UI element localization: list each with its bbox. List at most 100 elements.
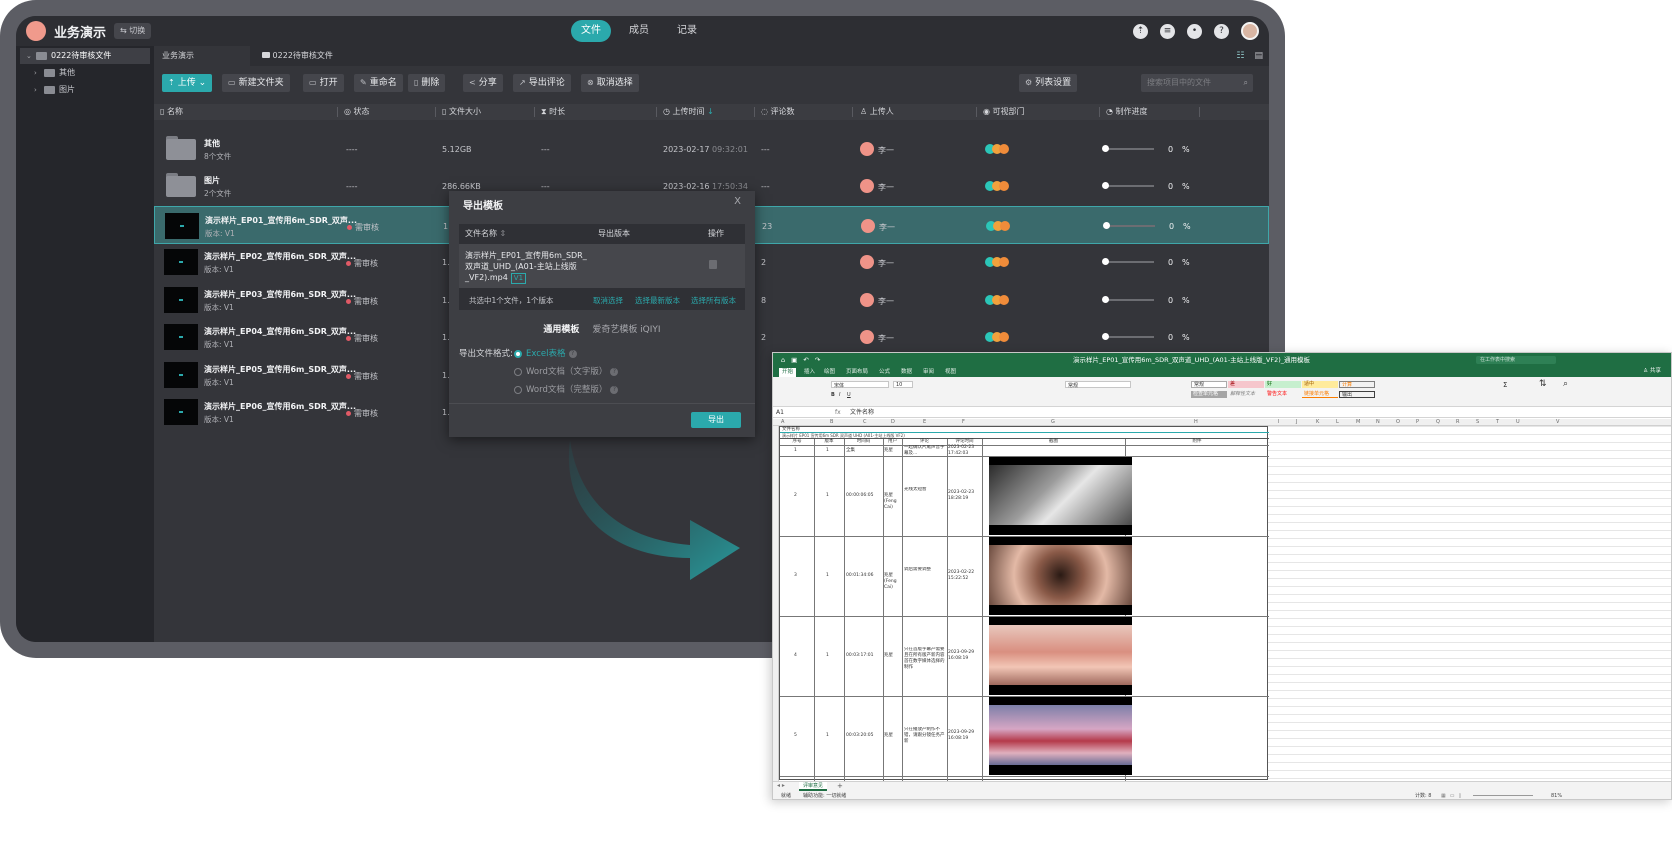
sheet-cell[interactable]: 00:01:34:06 (846, 573, 873, 579)
video-thumbnail[interactable] (164, 249, 198, 275)
view-mode-icons[interactable]: ▦▭▯ (1441, 791, 1465, 799)
column-letter[interactable]: Q (1436, 419, 1440, 426)
cloud-upload-icon[interactable]: ⇡ (1133, 23, 1148, 39)
style-check[interactable]: 检查单元格 (1191, 391, 1227, 398)
delete-button[interactable]: ▯ 删除 (408, 74, 446, 92)
video-thumbnail[interactable] (164, 287, 198, 313)
cancel-selection-button[interactable]: ⊗ 取消选择 (581, 74, 639, 92)
rename-button[interactable]: ✎ 重命名 (354, 74, 403, 92)
formula-input[interactable]: 文件名称 (850, 408, 874, 418)
export-button[interactable]: 导出 (691, 412, 741, 428)
select-latest-link[interactable]: 选择最新版本 (635, 295, 680, 306)
radio-icon[interactable] (514, 367, 522, 376)
chevron-right-icon[interactable]: › (34, 82, 40, 98)
close-button[interactable]: X (734, 196, 741, 207)
number-format-select[interactable]: 常规 (1065, 381, 1131, 389)
sheet-cell[interactable]: 兆星 (884, 653, 901, 659)
export-comments-button[interactable]: ↗ 导出评论 (513, 74, 571, 92)
find-select-icon[interactable]: ⌕ (1563, 379, 1568, 389)
visible-dept-dots[interactable] (985, 144, 1011, 154)
progress-slider[interactable] (1105, 225, 1155, 227)
sheet-cell[interactable]: 1 (826, 573, 829, 579)
radio-word-text[interactable]: Word文档（文字版）? (514, 365, 619, 377)
breadcrumb-item-current[interactable]: 0222待审核文件 (254, 46, 364, 66)
video-thumbnail[interactable] (164, 362, 198, 388)
transfer-list-icon[interactable]: ≡ (1160, 23, 1175, 39)
column-letter[interactable]: O (1396, 419, 1400, 426)
col-file-name[interactable]: 文件名称 ⇕ (465, 224, 506, 244)
search-icon[interactable]: ⌕ (1244, 74, 1248, 92)
radio-icon[interactable] (514, 385, 522, 394)
upload-button[interactable]: ⇡ 上传 ⌄ (162, 74, 213, 92)
column-divider[interactable] (754, 107, 755, 117)
list-view-icon[interactable]: ☷ (1236, 51, 1244, 61)
sheet-cell[interactable]: 00:00:06:05 (846, 493, 873, 499)
col-comments[interactable]: ◌ 评论数 (761, 104, 795, 120)
sort-icon[interactable]: ⇕ (497, 229, 507, 238)
progress-slider[interactable] (1104, 148, 1154, 150)
file-name[interactable]: 演示样片_EP06_宣传用6m_SDR_双声... (204, 401, 356, 412)
column-letter[interactable]: J (1296, 419, 1297, 426)
sort-desc-icon[interactable]: ↓ (705, 107, 714, 116)
sheet-cell[interactable]: 4 (794, 653, 797, 659)
column-letter[interactable]: P (1416, 419, 1419, 426)
user-avatar[interactable] (1241, 22, 1259, 40)
video-thumbnail[interactable] (164, 324, 198, 350)
open-button[interactable]: ▭ 打开 (303, 74, 344, 92)
comment-cell[interactable]: 一起确认片尾声音字幕及... (904, 445, 945, 456)
sheet-cell[interactable]: 00:03:20:05 (846, 733, 873, 739)
progress-handle[interactable] (1103, 222, 1110, 229)
col-status[interactable]: ◎ 状态 (344, 104, 370, 120)
column-letter[interactable]: L (1336, 419, 1339, 426)
excel-tab-draw[interactable]: 绘图 (821, 368, 838, 377)
sheet-cell[interactable]: 兆星 (Feng Cai) (884, 573, 901, 591)
sheet-tab-review[interactable]: 评审意见 (799, 782, 828, 791)
progress-handle[interactable] (1102, 182, 1109, 189)
style-good[interactable]: 好 (1265, 381, 1301, 388)
visible-dept-dots[interactable] (985, 181, 1011, 191)
excel-tab-data[interactable]: 数据 (898, 368, 915, 377)
cancel-select-link[interactable]: 取消选择 (593, 295, 623, 306)
radio-word-full[interactable]: Word文档（完整版）? (514, 383, 619, 395)
visible-dept-dots[interactable] (985, 295, 1011, 305)
sheet-cell[interactable]: 兆星 (884, 733, 901, 739)
zoom-slider[interactable] (1473, 795, 1533, 796)
video-thumbnail[interactable] (165, 213, 199, 239)
file-name[interactable]: 图片 (204, 175, 220, 186)
chevron-right-icon[interactable]: › (34, 65, 40, 81)
video-thumbnail[interactable] (164, 399, 198, 425)
sort-filter-icon[interactable]: ⇅ (1539, 379, 1547, 389)
file-name[interactable]: 其他 (204, 138, 220, 149)
column-letter[interactable]: E (923, 419, 926, 426)
column-divider[interactable] (1099, 107, 1100, 117)
progress-slider[interactable] (1104, 185, 1154, 187)
excel-tab-review[interactable]: 审阅 (920, 368, 937, 377)
column-divider[interactable] (852, 107, 853, 117)
sheet-nav-icons[interactable]: ◂ ▸ (777, 782, 785, 789)
sheet-cell[interactable]: 全集 (846, 448, 855, 454)
comment-time-cell[interactable]: 2023-09-29 16:08:19 (948, 650, 980, 662)
italic-button[interactable]: I (839, 392, 840, 398)
column-divider[interactable] (337, 107, 338, 117)
column-letter[interactable]: V (1556, 419, 1559, 426)
sheet-cell[interactable]: 兆星 (Feng Cai) (884, 493, 901, 511)
table-row[interactable]: 其他 8个文件 ---- 5.12GB --- 2023-02-17 09:32:01 --… (154, 130, 1269, 168)
comment-cell[interactable]: 调后需要调整 (904, 567, 945, 573)
column-letter[interactable]: R (1456, 419, 1459, 426)
excel-tab-formulas[interactable]: 公式 (876, 368, 893, 377)
radio-selected-icon[interactable] (514, 349, 522, 358)
sheet-cell[interactable]: 1 (794, 448, 797, 454)
col-duration[interactable]: ⧗ 时长 (541, 104, 565, 120)
sheet-cell[interactable]: 1 (826, 493, 829, 499)
column-letter[interactable]: K (1316, 419, 1319, 426)
share-button[interactable]: < 分享 (463, 74, 503, 92)
font-select[interactable]: 宋体 (831, 381, 889, 389)
col-progress[interactable]: ◔ 制作进度 (1106, 104, 1148, 120)
help-icon[interactable]: ? (610, 367, 619, 376)
tree-item-root[interactable]: ⌄ 0222待审核文件 (20, 48, 150, 64)
sheet-cell[interactable]: 兆星 (884, 448, 901, 454)
grid-view-icon[interactable]: ▤ (1254, 51, 1263, 61)
sheet-cell[interactable]: 2 (794, 493, 797, 499)
sum-icon[interactable]: Σ (1503, 381, 1507, 389)
file-name[interactable]: 演示样片_EP01_宣传用6m_SDR_双声... (205, 215, 357, 226)
